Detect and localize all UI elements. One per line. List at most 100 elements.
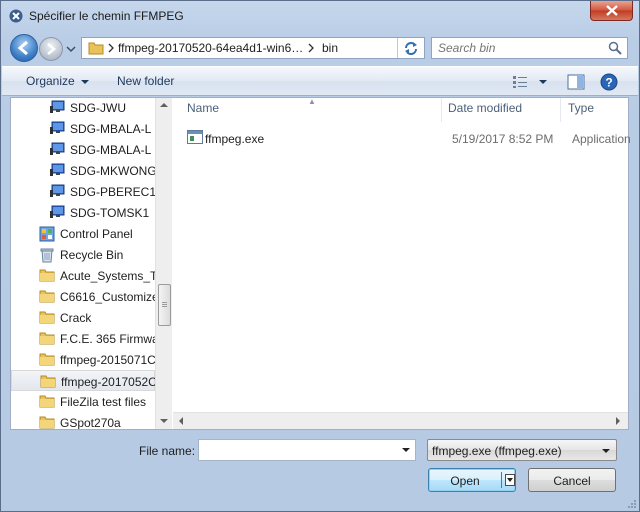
new-folder-button[interactable]: New folder [117,74,174,88]
split-separator [501,472,502,488]
search-box[interactable] [431,37,628,59]
cancel-button[interactable]: Cancel [528,468,616,492]
scroll-down-icon[interactable] [160,419,168,423]
chevron-right-icon[interactable] [308,43,314,53]
nav-item[interactable]: SDG-MKWONG [11,160,155,181]
open-options-icon[interactable] [505,474,515,486]
address-bar[interactable]: ffmpeg-20170520-64ea4d1-win6… bin [81,37,468,59]
app-icon [9,9,23,23]
computer-icon [49,163,65,180]
back-button[interactable] [10,34,38,62]
nav-item-label: SDG-MBALA-L [70,143,152,157]
preview-pane-icon[interactable] [567,74,585,90]
scroll-up-icon[interactable] [160,103,168,107]
content-area: SDG-JWU SDG-MBALA-L SDG-MBALA-L SDG-MKWONG S… [10,97,631,430]
horizontal-scrollbar[interactable] [173,412,628,429]
forward-button[interactable] [39,37,63,61]
column-header-name[interactable]: Name [187,101,219,115]
nav-item[interactable]: C6616_Customize [11,286,155,307]
nav-item-label: SDG-MBALA-L [70,122,152,136]
nav-item[interactable]: Acute_Systems_T [11,265,155,286]
nav-item[interactable]: F.C.E. 365 Firmwa [11,328,155,349]
control-panel-icon [39,226,55,245]
nav-item-label: ffmpeg-2017052C [61,375,155,389]
scrollbar-thumb[interactable] [158,284,171,326]
nav-item-label: C6616_Customize [60,290,155,304]
refresh-icon [405,42,417,55]
views-dropdown-icon[interactable] [539,80,547,84]
search-input[interactable] [436,40,600,56]
column-header-type[interactable]: Type [568,101,594,115]
svg-text:?: ? [605,76,612,90]
open-button-label: Open [450,474,480,488]
nav-item[interactable]: SDG-MBALA-L [11,118,155,139]
dialog-window: Spécifier le chemin FFMPEG ffmpeg-201705… [0,0,640,512]
cancel-button-label: Cancel [553,474,591,488]
folder-icon [39,415,55,429]
recycle-bin-icon [39,247,55,266]
chevron-right-icon[interactable] [108,43,114,53]
folder-icon [39,268,55,285]
file-list[interactable]: ▲ Name Date modified Type ffmpeg.exe 5/1… [173,97,631,429]
navigation-scrollbar[interactable] [155,98,172,429]
nav-item[interactable]: FileZila test files [11,391,155,412]
refresh-button[interactable] [397,38,421,58]
folder-icon [39,394,55,411]
file-name-combobox[interactable] [198,439,416,461]
folder-icon [39,289,55,306]
organize-button[interactable]: Organize [26,74,89,88]
command-toolbar: Organize New folder ? [2,66,638,96]
scroll-right-icon[interactable] [616,417,620,425]
address-segment-bin[interactable]: bin [322,41,338,55]
chevron-down-icon [80,79,89,84]
nav-item[interactable]: SDG-TOMSK1 [11,202,155,223]
open-button[interactable]: Open [428,468,516,492]
nav-item-label: Control Panel [60,227,133,241]
file-date: 5/19/2017 8:52 PM [452,132,554,146]
nav-item-label: SDG-MKWONG [70,164,155,178]
file-type: Application [572,132,631,146]
file-name-field[interactable] [202,442,392,458]
nav-item-label: FileZila test files [60,395,147,409]
nav-item-label: F.C.E. 365 Firmwa [60,332,155,346]
chevron-down-icon[interactable] [402,448,410,452]
exe-icon [187,130,203,144]
column-divider[interactable] [441,98,442,122]
nav-item[interactable]: ffmpeg-2015071C [11,349,155,370]
navigation-pane[interactable]: SDG-JWU SDG-MBALA-L SDG-MBALA-L SDG-MKWONG S… [11,98,155,429]
nav-item[interactable]: SDG-MBALA-L [11,139,155,160]
address-segment-ffmpeg[interactable]: ffmpeg-20170520-64ea4d1-win6… [118,41,303,55]
computer-icon [49,121,65,138]
close-button[interactable] [590,1,633,21]
nav-item-label: Recycle Bin [60,248,124,262]
nav-item[interactable]: Recycle Bin [11,244,155,265]
help-icon[interactable]: ? [600,73,618,91]
nav-item-label: Crack [60,311,92,325]
arrow-left-icon [17,40,28,56]
scroll-left-icon[interactable] [179,417,183,425]
search-icon[interactable] [608,41,622,55]
column-header-date[interactable]: Date modified [448,101,522,115]
nav-item-label: SDG-TOMSK1 [70,206,150,220]
nav-item[interactable]: SDG-PBEREC1- [11,181,155,202]
folder-icon [40,374,56,391]
window-title: Spécifier le chemin FFMPEG [29,9,184,23]
nav-item[interactable]: Control Panel [11,223,155,244]
computer-icon [49,100,65,117]
organize-label: Organize [26,74,75,88]
file-type-filter-value: ffmpeg.exe (ffmpeg.exe) [432,444,562,458]
nav-item[interactable]: Crack [11,307,155,328]
file-type-filter[interactable]: ffmpeg.exe (ffmpeg.exe) [427,439,617,461]
column-divider[interactable] [560,98,561,122]
recent-locations-icon[interactable] [66,44,76,54]
title-bar[interactable]: Spécifier le chemin FFMPEG [1,1,639,31]
nav-item[interactable]: GSpot270a [11,412,155,429]
nav-item-label: Acute_Systems_T [60,269,155,283]
nav-item[interactable]: SDG-JWU [11,98,155,118]
folder-icon [39,310,55,327]
nav-item[interactable]: ffmpeg-2017052C [11,370,155,391]
views-icon[interactable] [512,75,528,89]
resize-grip-icon[interactable] [626,498,636,508]
nav-item-label: SDG-PBEREC1- [70,185,155,199]
file-row[interactable]: ffmpeg.exe 5/19/2017 8:52 PM Application [187,128,631,150]
